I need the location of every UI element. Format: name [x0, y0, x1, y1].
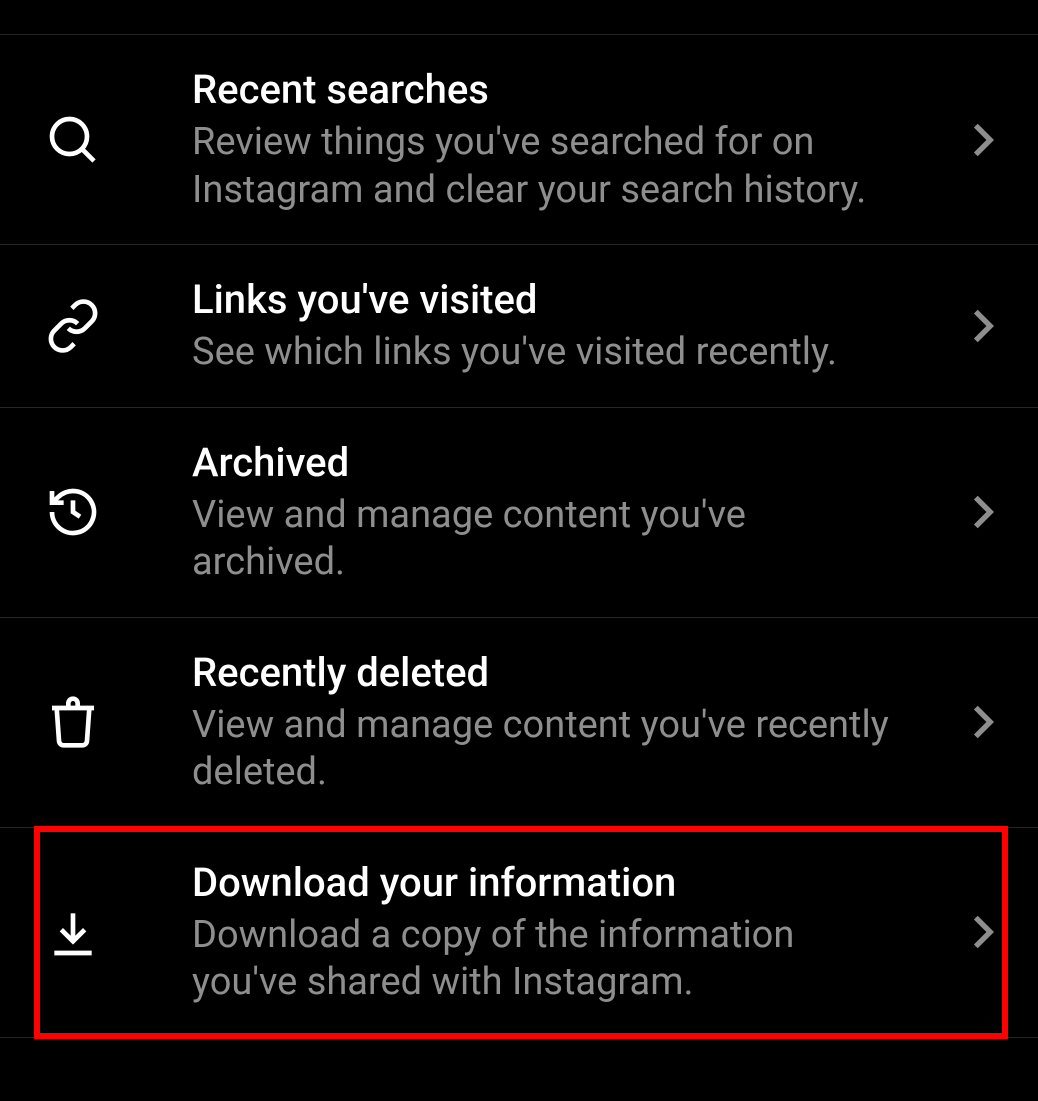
- item-subtitle: Download a copy of the information you'v…: [192, 912, 908, 1007]
- list-item-recent-searches[interactable]: Recent searches Review things you've sea…: [0, 34, 1038, 244]
- list-item-recently-deleted[interactable]: Recently deleted View and manage content…: [0, 617, 1038, 827]
- item-title: Links you've visited: [192, 275, 908, 325]
- settings-list: Recent searches Review things you've sea…: [0, 0, 1038, 1038]
- item-title: Archived: [192, 438, 908, 488]
- text-block: Links you've visited See which links you…: [192, 275, 968, 377]
- chevron-right-icon: [968, 308, 998, 344]
- search-icon: [42, 109, 104, 171]
- link-icon: [42, 295, 104, 357]
- text-block: Archived View and manage content you've …: [192, 438, 968, 587]
- chevron-right-icon: [968, 914, 998, 950]
- item-subtitle: See which links you've visited recently.: [192, 329, 908, 377]
- item-title: Recent searches: [192, 65, 908, 115]
- list-item-archived[interactable]: Archived View and manage content you've …: [0, 407, 1038, 617]
- chevron-right-icon: [968, 494, 998, 530]
- text-block: Recent searches Review things you've sea…: [192, 65, 968, 214]
- item-title: Recently deleted: [192, 648, 908, 698]
- trash-icon: [42, 691, 104, 753]
- item-subtitle: View and manage content you've recently …: [192, 702, 908, 797]
- text-block: Recently deleted View and manage content…: [192, 648, 968, 797]
- text-block: Download your information Download a cop…: [192, 858, 968, 1007]
- download-icon: [42, 901, 104, 963]
- list-item-download-info[interactable]: Download your information Download a cop…: [0, 827, 1038, 1038]
- history-icon: [42, 481, 104, 543]
- chevron-right-icon: [968, 122, 998, 158]
- item-title: Download your information: [192, 858, 908, 908]
- item-subtitle: Review things you've searched for on Ins…: [192, 119, 908, 214]
- chevron-right-icon: [968, 704, 998, 740]
- list-item-links-visited[interactable]: Links you've visited See which links you…: [0, 244, 1038, 407]
- item-subtitle: View and manage content you've archived.: [192, 492, 908, 587]
